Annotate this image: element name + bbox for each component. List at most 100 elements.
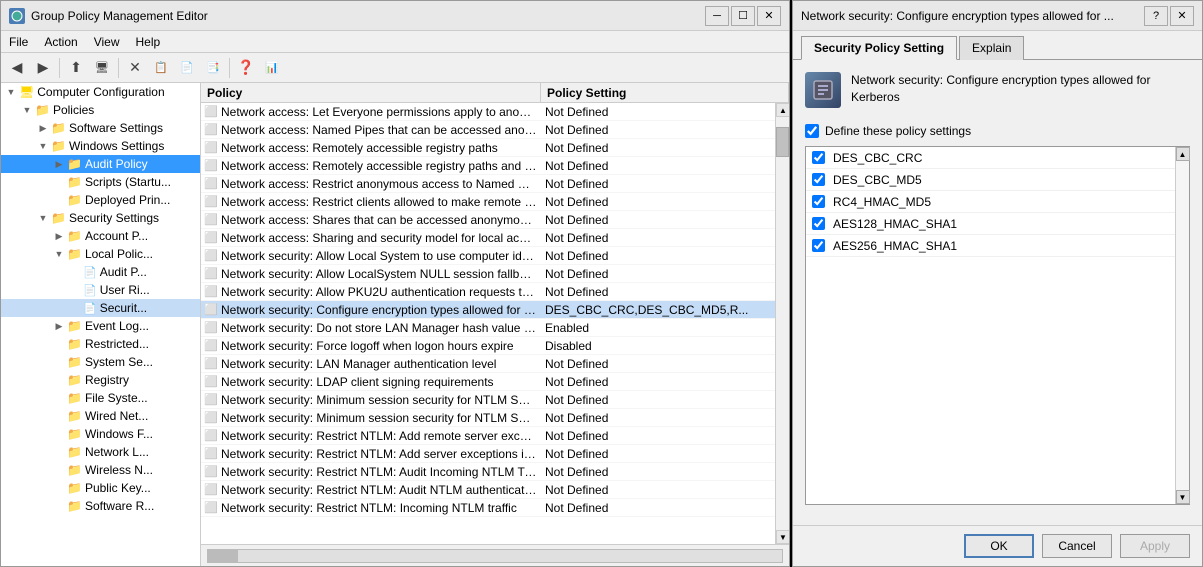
- policy-row[interactable]: ⬜ Network security: Restrict NTLM: Incom…: [201, 499, 775, 517]
- scroll-down-arrow[interactable]: ▼: [776, 530, 789, 544]
- expander-windows-f[interactable]: [51, 426, 67, 442]
- sidebar-item-windows-settings[interactable]: ▼ 📁 Windows Settings: [1, 137, 200, 155]
- policy-row[interactable]: ⬜ Network security: Do not store LAN Man…: [201, 319, 775, 337]
- policy-row[interactable]: ⬜ Network security: Force logoff when lo…: [201, 337, 775, 355]
- expander-event-log[interactable]: ▶: [51, 318, 67, 334]
- policy-row-highlighted[interactable]: ⬜ Network security: Configure encryption…: [201, 301, 775, 319]
- policy-row[interactable]: ⬜ Network access: Shares that can be acc…: [201, 211, 775, 229]
- dialog-close-button[interactable]: ✕: [1170, 6, 1194, 26]
- expander-file-system[interactable]: [51, 390, 67, 406]
- forward-button[interactable]: ▶: [31, 56, 55, 80]
- policy-row[interactable]: ⬜ Network security: LAN Manager authenti…: [201, 355, 775, 373]
- apply-button[interactable]: Apply: [1120, 534, 1190, 558]
- expander-wired-net[interactable]: [51, 408, 67, 424]
- enc-checkbox-2[interactable]: [812, 195, 825, 208]
- scroll-up-arrow[interactable]: ▲: [776, 103, 789, 117]
- policy-row[interactable]: ⬜ Network security: Restrict NTLM: Audit…: [201, 463, 775, 481]
- properties-button[interactable]: 📋: [149, 56, 173, 80]
- sidebar-item-user-ri[interactable]: 📄 User Ri...: [1, 281, 200, 299]
- sidebar-item-registry[interactable]: 📁 Registry: [1, 371, 200, 389]
- sidebar-item-software-settings[interactable]: ▶ 📁 Software Settings: [1, 119, 200, 137]
- sidebar-item-windows-f[interactable]: 📁 Windows F...: [1, 425, 200, 443]
- tab-explain[interactable]: Explain: [959, 36, 1024, 60]
- enc-item-0[interactable]: DES_CBC_CRC: [806, 147, 1175, 169]
- policy-row[interactable]: ⬜ Network security: Restrict NTLM: Audit…: [201, 481, 775, 499]
- menu-view[interactable]: View: [86, 31, 128, 52]
- policy-row[interactable]: ⬜ Network access: Sharing and security m…: [201, 229, 775, 247]
- policy-row[interactable]: ⬜ Network access: Remotely accessible re…: [201, 157, 775, 175]
- sidebar-item-network-l[interactable]: 📁 Network L...: [1, 443, 200, 461]
- policy-row[interactable]: ⬜ Network access: Restrict clients allow…: [201, 193, 775, 211]
- policy-row[interactable]: ⬜ Network security: Allow Local System t…: [201, 247, 775, 265]
- expander-local-polic[interactable]: ▼: [51, 246, 67, 262]
- close-button[interactable]: ✕: [757, 6, 781, 26]
- policy-row[interactable]: ⬜ Network security: Allow LocalSystem NU…: [201, 265, 775, 283]
- h-scroll-thumb[interactable]: [208, 550, 238, 562]
- cancel-button[interactable]: Cancel: [1042, 534, 1112, 558]
- h-scrollbar[interactable]: [207, 549, 783, 563]
- sidebar-item-deployed-printers[interactable]: 📁 Deployed Prin...: [1, 191, 200, 209]
- expander-account-p[interactable]: ▶: [51, 228, 67, 244]
- sidebar-item-system-se[interactable]: 📁 System Se...: [1, 353, 200, 371]
- export-button[interactable]: 📑: [201, 56, 225, 80]
- expander-deployed-printers[interactable]: [51, 192, 67, 208]
- define-policy-checkbox[interactable]: [805, 124, 819, 138]
- enc-checkbox-1[interactable]: [812, 173, 825, 186]
- enc-scrollbar[interactable]: ▲ ▼: [1175, 147, 1189, 504]
- up-button[interactable]: ⬆: [64, 56, 88, 80]
- sidebar-item-policies[interactable]: ▼ 📁 Policies: [1, 101, 200, 119]
- sidebar-item-audit-p[interactable]: 📄 Audit P...: [1, 263, 200, 281]
- policy-row[interactable]: ⬜ Network access: Let Everyone permissio…: [201, 103, 775, 121]
- tab-security-policy[interactable]: Security Policy Setting: [801, 36, 957, 60]
- sidebar-item-scripts[interactable]: 📁 Scripts (Startu...: [1, 173, 200, 191]
- expander-computer-config[interactable]: ▼: [3, 84, 19, 100]
- sidebar-item-file-system[interactable]: 📁 File Syste...: [1, 389, 200, 407]
- expander-registry[interactable]: [51, 372, 67, 388]
- expander-system-se[interactable]: [51, 354, 67, 370]
- show-hide-button[interactable]: 🖥: [90, 56, 114, 80]
- scroll-thumb[interactable]: [776, 127, 789, 157]
- sidebar-item-event-log[interactable]: ▶ 📁 Event Log...: [1, 317, 200, 335]
- policy-row[interactable]: ⬜ Network access: Named Pipes that can b…: [201, 121, 775, 139]
- expander-software-settings[interactable]: ▶: [35, 120, 51, 136]
- enc-checkbox-3[interactable]: [812, 217, 825, 230]
- sidebar-item-audit-policy[interactable]: ▶ 📁 Audit Policy: [1, 155, 200, 173]
- menu-help[interactable]: Help: [128, 31, 169, 52]
- enc-item-4[interactable]: AES256_HMAC_SHA1: [806, 235, 1175, 257]
- policy-row[interactable]: ⬜ Network security: Allow PKU2U authenti…: [201, 283, 775, 301]
- sidebar-item-restricted[interactable]: 📁 Restricted...: [1, 335, 200, 353]
- expander-windows-settings[interactable]: ▼: [35, 138, 51, 154]
- menu-file[interactable]: File: [1, 31, 36, 52]
- enc-checkbox-4[interactable]: [812, 239, 825, 252]
- expander-restricted[interactable]: [51, 336, 67, 352]
- policy-row[interactable]: ⬜ Network security: Restrict NTLM: Add s…: [201, 445, 775, 463]
- sidebar-item-computer-config[interactable]: ▼ 🖥 Computer Configuration: [1, 83, 200, 101]
- enc-checkbox-0[interactable]: [812, 151, 825, 164]
- back-button[interactable]: ◀: [5, 56, 29, 80]
- expander-security-settings[interactable]: ▼: [35, 210, 51, 226]
- dialog-help-icon[interactable]: ?: [1144, 6, 1168, 26]
- expander-user-ri[interactable]: [67, 282, 83, 298]
- expander-software-r[interactable]: [51, 498, 67, 514]
- expander-public-key[interactable]: [51, 480, 67, 496]
- sidebar-item-account-p[interactable]: ▶ 📁 Account P...: [1, 227, 200, 245]
- policy-row[interactable]: ⬜ Network access: Restrict anonymous acc…: [201, 175, 775, 193]
- help-button[interactable]: ❓: [234, 56, 258, 80]
- sidebar-item-public-key[interactable]: 📁 Public Key...: [1, 479, 200, 497]
- policy-row[interactable]: ⬜ Network security: LDAP client signing …: [201, 373, 775, 391]
- expander-network-l[interactable]: [51, 444, 67, 460]
- sidebar-item-securit[interactable]: 📄 Securit...: [1, 299, 200, 317]
- expander-policies[interactable]: ▼: [19, 102, 35, 118]
- enc-scroll-up[interactable]: ▲: [1176, 147, 1190, 161]
- sidebar-item-wireless-n[interactable]: 📁 Wireless N...: [1, 461, 200, 479]
- filter-button[interactable]: 📊: [260, 56, 284, 80]
- expander-wireless-n[interactable]: [51, 462, 67, 478]
- col-header-policy[interactable]: Policy: [201, 83, 541, 102]
- expander-scripts[interactable]: [51, 174, 67, 190]
- delete-button[interactable]: ✕: [123, 56, 147, 80]
- policy-row[interactable]: ⬜ Network security: Minimum session secu…: [201, 391, 775, 409]
- ok-button[interactable]: OK: [964, 534, 1034, 558]
- policy-row[interactable]: ⬜ Network security: Minimum session secu…: [201, 409, 775, 427]
- expander-audit-p[interactable]: [67, 264, 83, 280]
- sidebar-item-local-polic[interactable]: ▼ 📁 Local Polic...: [1, 245, 200, 263]
